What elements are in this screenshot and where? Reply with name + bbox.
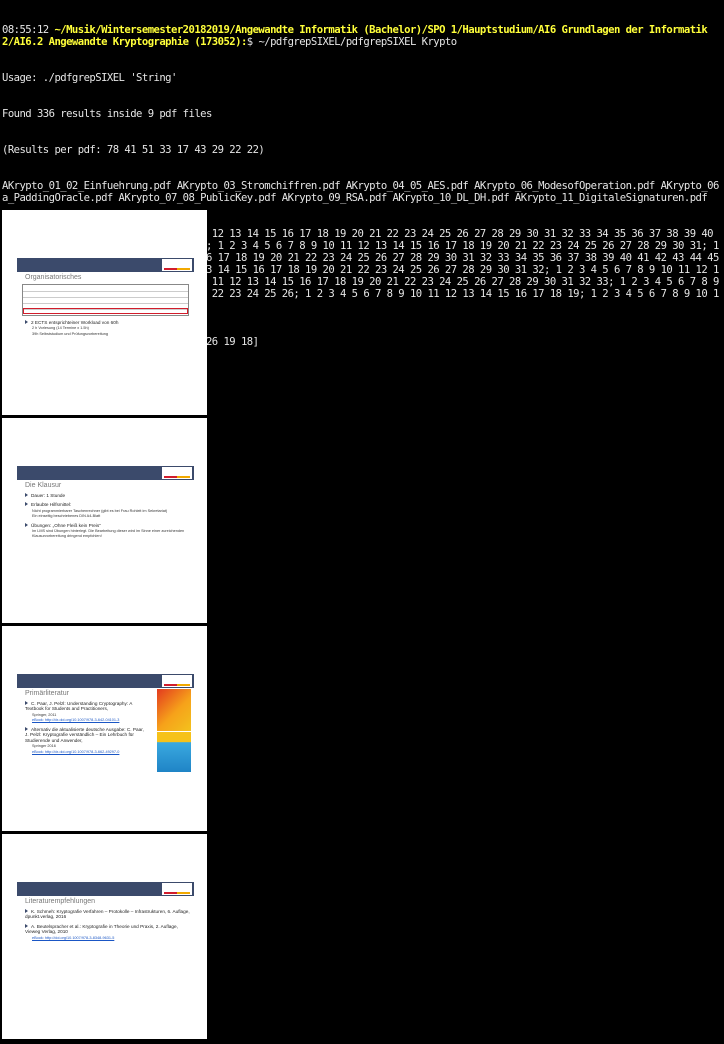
slide-bullet: Dauer: 1 Stunde [25, 493, 194, 498]
slide-subbullet: Im LMS sind Übungen hinterlegt. Die Bear… [32, 529, 185, 538]
slide-subbullet: Springer 2016 [32, 744, 56, 749]
slide-ebook-link: eBook: http://dx.doi.org/10.1007/978-3-6… [32, 749, 120, 754]
files-line: AKrypto_01_02_Einfuehrung.pdf AKrypto_03… [2, 180, 719, 204]
slide-title: Organisatorisches [25, 274, 82, 281]
results-per-pdf-line: (Results per pdf: 78 41 51 33 17 43 29 2… [2, 144, 265, 156]
slide-ebook-link: eBook: http://dx.doi.org/10.1007/978-3-6… [32, 718, 120, 723]
university-logo [162, 675, 192, 687]
slide-header-bar [17, 882, 194, 896]
slide-title: Literaturempfehlungen [25, 898, 96, 905]
slide-thumbnail-1: Organisatorisches 2 ECTS entsprichteiner… [2, 210, 207, 415]
slide-subbullet: 2 h Vorlesung (14 Termine x 1.5h) [32, 326, 89, 331]
command-text: ~/pdfgrepSIXEL/pdfgrepSIXEL Krypto [258, 36, 457, 48]
slide-bullet: K. Schmeh: Kryptografie Verfahren – Prot… [25, 909, 190, 920]
slide-thumbnail-2: Die Klausur Dauer: 1 Stunde Erlaubte Hil… [2, 418, 207, 623]
slide-title: Die Klausur [25, 482, 62, 489]
slide-subbullet: Springer, 2011 [32, 712, 57, 717]
slide-bullet: C. Paar, J. Pelzl: Understanding Cryptog… [25, 701, 133, 712]
workload-table [22, 284, 189, 316]
slide-header-bar [17, 466, 194, 480]
slide-subbullet: 39h Selbststudium und Prüfungsvorbereitu… [32, 332, 108, 336]
slide-bullet: Erlaubte Hilfsmittel: [25, 502, 194, 507]
book-cover-de [157, 732, 191, 772]
prompt-time: 08:55:12 [2, 24, 49, 36]
prompt-line: 08:55:12 ~/Musik/Wintersemester20182019/… [2, 24, 722, 48]
university-logo [162, 467, 192, 479]
university-logo [162, 259, 192, 271]
slide-thumbnail-4: Literaturempfehlungen K. Schmeh: Kryptog… [2, 834, 207, 1039]
slide-ebook-link: eBook: http://doi.org/10.1007/978-3-8348… [32, 935, 115, 940]
university-logo [162, 883, 192, 895]
slide-bullet: Alternativ die aktualisierte deutsche Au… [25, 727, 144, 743]
slide-bullet: 2 ECTS entsprichteiner Workload von 60h [25, 320, 194, 325]
slide-subbullet: Nicht programmierbarer Taschenrechner (g… [32, 508, 168, 513]
slide-thumbnail-3: Primärliteratur C. Paar, J. Pelzl: Under… [2, 626, 207, 831]
found-line: Found 336 results inside 9 pdf files [2, 108, 212, 120]
usage-line: Usage: ./pdfgrepSIXEL 'String' [2, 72, 177, 84]
prompt-symbol: $ [246, 36, 253, 48]
slide-subbullet: Ein einseitig beschriebenes DIN A4-Blatt [32, 514, 101, 519]
slide-header-bar [17, 258, 194, 272]
slide-header-bar [17, 674, 194, 688]
slide-bullet: A. Beutelspracher et al.: Kryptografie i… [25, 923, 178, 935]
slide-bullet: Übungen: „Ohne Fleiß kein Preis“ [25, 523, 194, 528]
book-cover-en [157, 689, 191, 731]
